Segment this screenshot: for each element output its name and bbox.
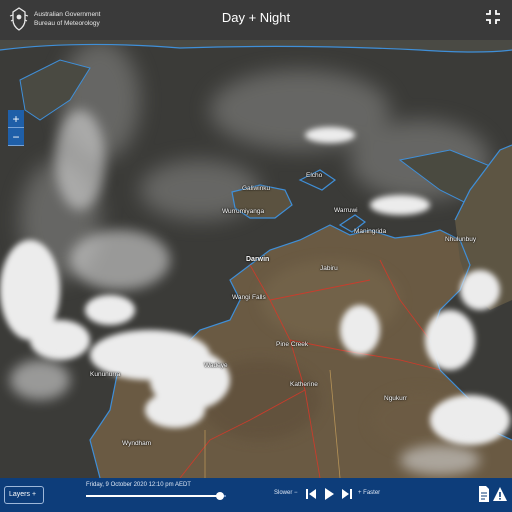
play-icon [325, 488, 334, 500]
exit-fullscreen-icon[interactable] [484, 8, 502, 26]
document-icon [479, 486, 489, 502]
place-nhulunbuy: Nhulunbuy [445, 236, 477, 243]
timeline-thumb[interactable] [216, 492, 225, 500]
warning-icon [493, 487, 507, 501]
place-ngukurr: Ngukurr [384, 395, 408, 402]
step-forward-icon [342, 489, 352, 499]
faster-button[interactable]: + Faster [358, 490, 380, 496]
zoom-in-button[interactable]: + [8, 110, 24, 128]
place-galiwinku: Galiwinku [242, 185, 271, 192]
satellite-map[interactable]: + − Galiwinku Wurrumiyanga Elcho Warruwi… [0, 40, 512, 478]
header-bar: Australian Government Bureau of Meteorol… [0, 0, 512, 40]
step-back-icon [306, 489, 316, 499]
place-kununurra: Kununurra [90, 371, 121, 378]
play-button[interactable] [322, 486, 336, 502]
place-darwin: Darwin [246, 256, 270, 263]
warning-button[interactable] [492, 485, 508, 503]
page-title: Day + Night [221, 10, 291, 25]
place-wurrumiyanga: Wurrumiyanga [222, 208, 265, 215]
place-wangi-falls: Wangi Falls [232, 294, 266, 301]
document-button[interactable] [476, 485, 492, 503]
slower-button[interactable]: Slower − [274, 490, 298, 496]
place-wyndham: Wyndham [122, 440, 152, 447]
step-forward-button[interactable] [340, 486, 354, 502]
place-warruwi: Warruwi [334, 207, 358, 214]
playback-bar: Layers + Friday, 9 October 2020 12:10 pm… [0, 478, 512, 512]
place-jabiru: Jabiru [320, 265, 338, 272]
place-maningrida: Maningrida [354, 228, 387, 235]
zoom-controls: + − [8, 110, 24, 146]
layers-button[interactable]: Layers + [4, 486, 44, 504]
frame-datetime: Friday, 9 October 2020 12:10 pm AEDT [86, 482, 191, 488]
zoom-out-button[interactable]: − [8, 128, 24, 146]
step-back-button[interactable] [304, 486, 318, 502]
timeline-track[interactable] [86, 495, 226, 497]
place-katherine: Katherine [290, 381, 318, 388]
place-pine-creek: Pine Creek [276, 341, 309, 348]
timeline-progress [86, 495, 221, 497]
place-elcho: Elcho [306, 172, 323, 179]
place-wadeye: Wadeye [204, 362, 228, 369]
